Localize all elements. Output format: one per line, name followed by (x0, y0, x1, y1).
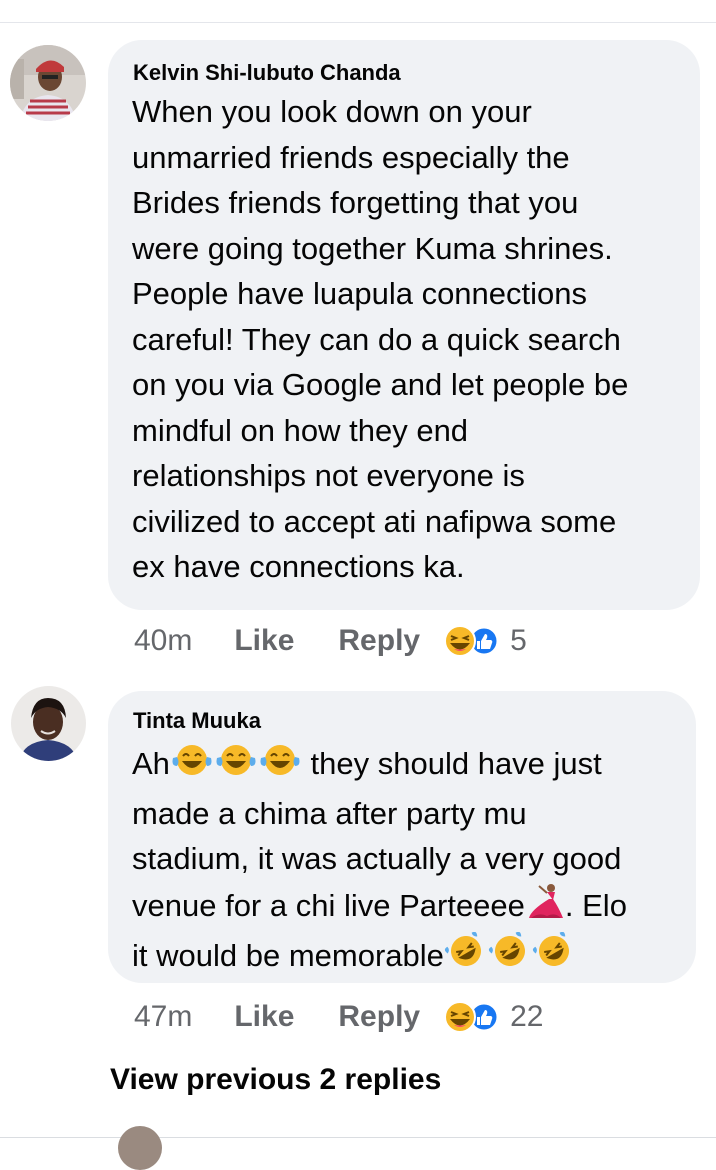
view-previous-replies-link[interactable]: View previous 2 replies (110, 1063, 441, 1097)
comment-author[interactable]: Tinta Muuka (133, 708, 261, 734)
comment-text: Ah they should have just made a chima aft… (132, 741, 692, 983)
top-divider (0, 22, 716, 23)
rolling-on-floor-laughing-emoji-icon (488, 931, 532, 983)
reaction-summary[interactable] (442, 623, 500, 659)
tears-of-joy-emoji-icon (258, 742, 302, 791)
reaction-count[interactable]: 22 (510, 1000, 543, 1034)
like-button[interactable]: Like (234, 1000, 294, 1034)
reply-button[interactable]: Reply (338, 1000, 420, 1034)
haha-like-reactions-icon (444, 625, 500, 657)
comment-text-line4-end: . Elo (564, 887, 627, 923)
reaction-count[interactable]: 5 (510, 624, 527, 658)
like-button[interactable]: Like (234, 624, 294, 658)
comment-text-line1-end: they should have just (301, 746, 602, 781)
comment-timestamp[interactable]: 47m (134, 1000, 192, 1034)
reply-button[interactable]: Reply (338, 624, 420, 658)
tears-of-joy-emoji-icon (214, 742, 258, 791)
comment-text-line4-start: venue for a chi live Parteeee (132, 887, 525, 923)
comment-timestamp[interactable]: 40m (134, 624, 192, 658)
comment-text-line1-start: Ah (132, 746, 170, 781)
dancer-emoji-icon (525, 882, 565, 933)
avatar[interactable] (11, 686, 86, 761)
avatar[interactable] (118, 1126, 162, 1170)
bottom-divider (0, 1137, 716, 1138)
rolling-on-floor-laughing-emoji-icon (532, 931, 576, 983)
comment-text: When you look down on your unmarried fri… (132, 94, 629, 584)
rolling-on-floor-laughing-emoji-icon (444, 931, 488, 983)
reaction-summary[interactable] (442, 999, 500, 1035)
tears-of-joy-emoji-icon (170, 742, 214, 791)
haha-like-reactions-icon (444, 1001, 500, 1033)
comment-text-line5-start: it would be memorable (132, 938, 444, 973)
comment-actions: 40m Like Reply 5 (134, 621, 527, 661)
comment-text-middle: made a chima after party mu stadium, it … (132, 795, 622, 877)
avatar[interactable] (10, 45, 86, 121)
comment-actions: 47m Like Reply 22 (134, 997, 543, 1037)
comment-author[interactable]: Kelvin Shi-lubuto Chanda (133, 60, 401, 86)
